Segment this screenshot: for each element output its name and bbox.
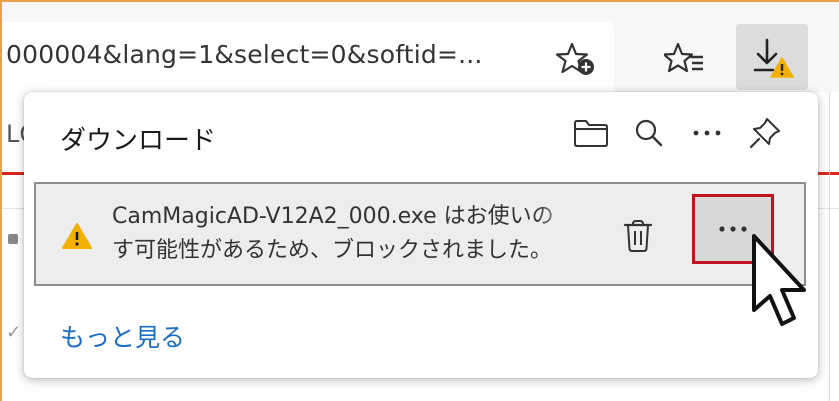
mouse-cursor-icon (752, 234, 806, 326)
warning-icon (62, 223, 92, 249)
open-folder-icon (574, 120, 608, 147)
downloads-warning-icon (753, 38, 794, 78)
downloads-title: ダウンロード (60, 126, 217, 156)
text-fade-overlay (536, 198, 584, 236)
more-options-icon (693, 130, 721, 136)
screenshot-frame-left (0, 0, 2, 401)
show-more-link[interactable]: もっと見る (60, 318, 185, 354)
trash-icon (623, 220, 653, 252)
downloads-actions (562, 112, 794, 154)
download-item[interactable]: CamMagicAD-V12A2_000.exe はお使いの す可能性があるため… (34, 182, 806, 286)
download-item-message: CamMagicAD-V12A2_000.exe はお使いの す可能性があるため… (112, 200, 576, 268)
delete-download-button[interactable] (612, 210, 664, 262)
favorites-button[interactable] (656, 36, 712, 82)
search-icon (635, 119, 663, 147)
download-item-line1: CamMagicAD-V12A2_000.exe はお使いの (112, 204, 554, 229)
open-downloads-folder-button[interactable] (562, 112, 620, 154)
screenshot-stage: 000004&lang=1&select=0&softid=... LC ✓ ダ… (0, 0, 839, 401)
download-item-line2: す可能性があるため、ブロックされました。 (112, 238, 553, 263)
add-favorite-button[interactable] (548, 36, 604, 82)
page-small-icon (8, 234, 18, 244)
add-favorite-icon (556, 42, 594, 75)
address-url-text[interactable]: 000004&lang=1&select=0&softid=... (6, 40, 483, 69)
favorites-list-icon (664, 42, 703, 73)
page-check-icon: ✓ (6, 322, 22, 343)
pin-downloads-button[interactable] (736, 112, 794, 154)
downloads-more-options-button[interactable] (678, 112, 736, 154)
downloads-button[interactable] (736, 24, 808, 90)
downloads-panel: ダウンロード CamMagicAD-V12A2_000.exe はお使いの す可… (24, 92, 818, 378)
screenshot-frame-top (0, 0, 839, 2)
page-scroll-edge (829, 92, 839, 401)
search-downloads-button[interactable] (620, 112, 678, 154)
pin-icon (749, 118, 780, 149)
